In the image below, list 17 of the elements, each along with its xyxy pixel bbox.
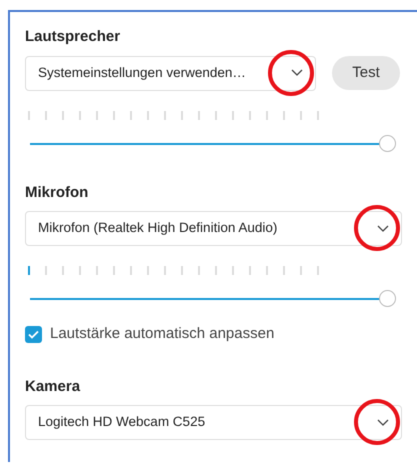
device-dropdown[interactable]: Systemeinstellungen verwenden… [25, 56, 316, 90]
volume-slider[interactable] [30, 290, 396, 307]
checkbox-label: Lautstärke automatisch anpassen [50, 324, 274, 344]
test-button[interactable]: Test [332, 56, 400, 90]
device-dropdown[interactable]: Mikrofon (Realtek High Definition Audio) [25, 211, 402, 246]
chevron-down-icon [291, 69, 303, 77]
checkbox[interactable] [25, 326, 42, 343]
chevron-down-icon [377, 418, 389, 426]
slider-thumb[interactable] [379, 290, 396, 307]
slider-thumb[interactable] [379, 134, 396, 152]
volume-slider[interactable] [30, 134, 396, 152]
chevron-down-icon [377, 224, 389, 232]
section-title: Mikrofon [25, 182, 88, 202]
device-dropdown[interactable]: Logitech HD Webcam C525 [25, 405, 402, 440]
section-title: Lautsprecher [25, 27, 120, 47]
check-icon [28, 330, 39, 339]
section-title: Kamera [25, 376, 80, 396]
